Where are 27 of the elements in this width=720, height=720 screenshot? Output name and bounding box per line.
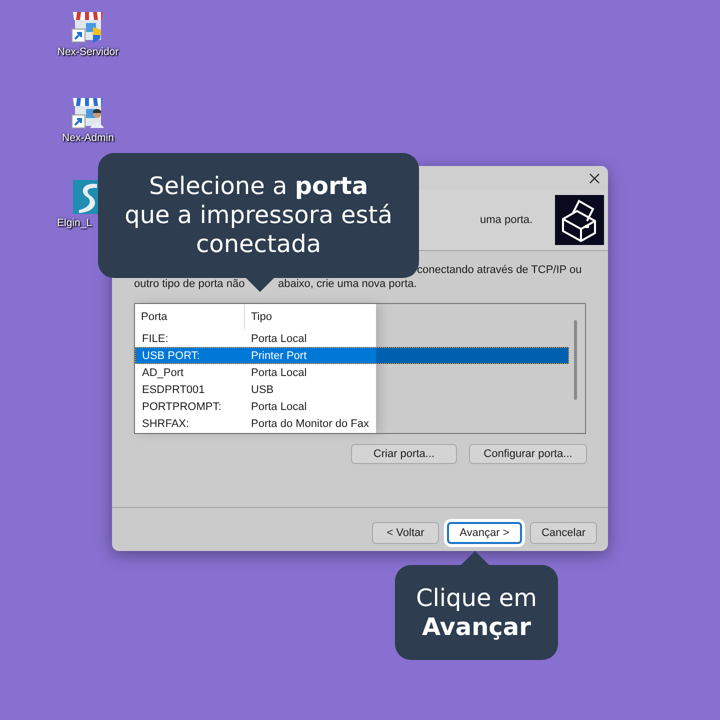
description-text: conectando através de TCP/IP ou xyxy=(417,264,582,276)
description-text: abaixo, crie uma nova porta. xyxy=(278,278,417,290)
callout-text: Clique em Avançar xyxy=(416,584,538,642)
footer-button[interactable]: < Voltar xyxy=(372,522,439,544)
list-row[interactable]: AD_Port Porta Local xyxy=(135,364,569,381)
printer-icon xyxy=(555,195,604,245)
store-icon xyxy=(71,9,105,43)
list-button[interactable]: Criar porta... xyxy=(351,444,457,464)
icon-label[interactable]: Nex-Servidor xyxy=(57,46,119,58)
list-row[interactable]: PORTPROMPT: Porta Local xyxy=(135,398,569,415)
store-icon xyxy=(71,95,105,129)
close-icon[interactable] xyxy=(589,172,600,184)
column-header[interactable]: Tipo xyxy=(244,304,569,330)
description-text: outro tipo de porta não xyxy=(134,278,245,290)
footer-button[interactable]: Avançar > xyxy=(447,522,522,544)
scrollbar[interactable] xyxy=(574,320,577,400)
list-row[interactable]: ESDPRT001 USB xyxy=(135,381,569,398)
column-header[interactable]: Porta xyxy=(135,304,244,330)
list-row[interactable]: USB PORT: Printer Port xyxy=(135,347,569,364)
icon-label[interactable]: Nex-Admin xyxy=(62,132,114,144)
footer-button[interactable]: Cancelar xyxy=(530,522,597,544)
callout-text: Selecione a porta que a impressora está conectada xyxy=(124,172,392,259)
header-text: uma porta. xyxy=(480,214,534,226)
icon-label[interactable]: Elgin_L xyxy=(57,217,92,229)
list-row[interactable]: FILE: Porta Local xyxy=(135,330,569,347)
list-row[interactable]: SHRFAX: Porta do Monitor do Fax xyxy=(135,415,569,432)
list-button[interactable]: Configurar porta... xyxy=(469,444,587,464)
